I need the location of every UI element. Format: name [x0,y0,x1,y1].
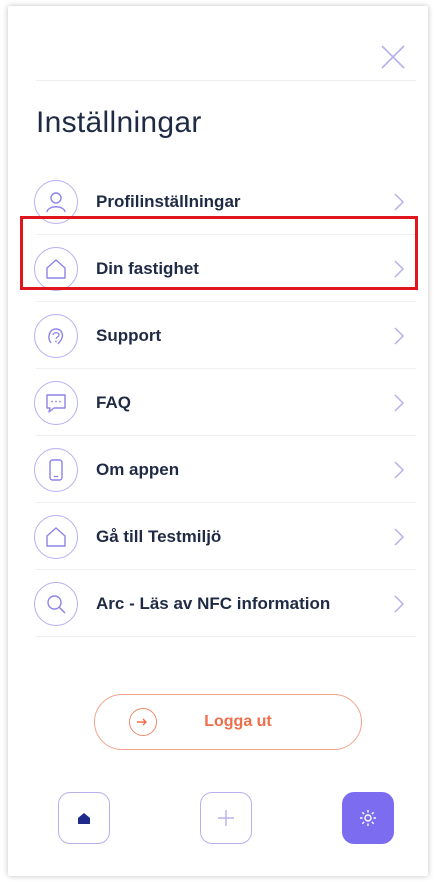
chevron-right-icon [392,192,406,212]
close-icon[interactable] [378,42,408,72]
menu-item-support[interactable]: Support [8,302,428,369]
menu-item-label: FAQ [96,392,131,412]
house-icon [34,514,78,559]
gear-icon [360,810,376,826]
chevron-right-icon [392,259,406,279]
support-icon [34,313,78,358]
logout-label: Logga ut [204,713,272,730]
divider [36,636,416,637]
menu-item-label: Om appen [96,459,180,479]
divider [36,80,416,81]
chat-icon [34,380,78,425]
page-title: Inställningar [36,106,202,139]
home-icon [78,813,90,824]
menu-item-nfc-reader[interactable]: Arc - Läs av NFC information [8,570,428,637]
menu-item-your-property[interactable]: Din fastighet [8,235,428,302]
menu-item-profile-settings[interactable]: Profilinställningar [8,168,428,235]
logout-button[interactable]: Logga ut [94,694,362,750]
menu-item-label: Din fastighet [96,258,199,278]
phone-icon [34,447,78,492]
chevron-right-icon [392,460,406,480]
menu-item-label: Profilinställningar [96,191,241,211]
search-icon [34,581,78,626]
chevron-right-icon [392,393,406,413]
menu-item-label: Support [96,325,162,345]
settings-menu: Profilinställningar Din fastighet Suppor… [8,168,428,637]
chevron-right-icon [392,594,406,614]
house-icon [34,246,78,291]
nav-settings-button[interactable] [342,792,394,844]
nav-home-button[interactable] [58,792,110,844]
bottom-nav [8,792,428,852]
menu-item-label: Gå till Testmiljö [96,526,222,546]
menu-item-about-app[interactable]: Om appen [8,436,428,503]
menu-item-test-environment[interactable]: Gå till Testmiljö [8,503,428,570]
menu-item-label: Arc - Läs av NFC information [96,593,331,613]
user-icon [34,179,78,224]
chevron-right-icon [392,326,406,346]
chevron-right-icon [392,527,406,547]
plus-icon [218,810,234,826]
nav-add-button[interactable] [200,792,252,844]
menu-item-faq[interactable]: FAQ [8,369,428,436]
settings-screen: Inställningar Profilinställningar Din fa… [8,6,428,876]
